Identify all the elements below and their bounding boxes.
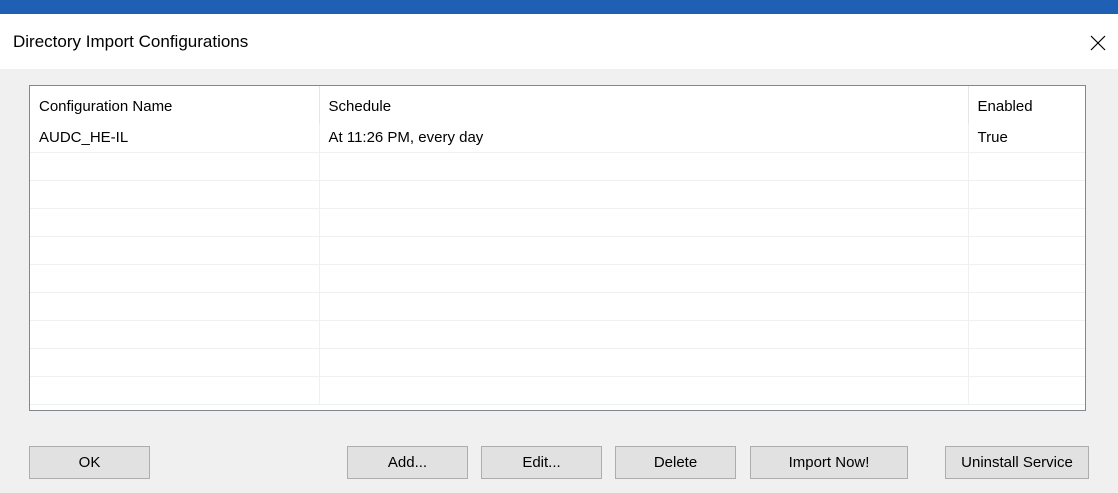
empty-row — [30, 292, 1085, 321]
empty-row — [30, 236, 1085, 265]
empty-row — [30, 208, 1085, 237]
empty-cell — [968, 236, 1085, 265]
empty-cell — [968, 180, 1085, 209]
empty-cell — [30, 320, 320, 349]
empty-row — [30, 320, 1085, 349]
empty-cell — [319, 152, 969, 181]
uninstall-service-button[interactable]: Uninstall Service — [945, 446, 1089, 479]
empty-cell — [319, 348, 969, 377]
dialog-window: Directory Import Configurations Configur… — [0, 14, 1118, 493]
empty-cell — [319, 180, 969, 209]
empty-row — [30, 180, 1085, 209]
empty-cell — [319, 264, 969, 293]
empty-cell — [30, 264, 320, 293]
empty-cell — [968, 264, 1085, 293]
cell-configuration-name: AUDC_HE-IL — [30, 124, 320, 153]
column-header-schedule[interactable]: Schedule — [319, 86, 969, 124]
empty-row — [30, 376, 1085, 405]
configurations-table: Configuration Name Schedule Enabled AUDC… — [30, 86, 1085, 405]
table-row[interactable]: AUDC_HE-IL At 11:26 PM, every day True — [30, 124, 1085, 153]
empty-cell — [968, 348, 1085, 377]
cell-enabled: True — [968, 124, 1085, 153]
empty-row — [30, 348, 1085, 377]
empty-cell — [319, 376, 969, 405]
empty-cell — [968, 376, 1085, 405]
empty-cell — [319, 292, 969, 321]
title-bar[interactable]: Directory Import Configurations — [0, 14, 1118, 69]
empty-cell — [30, 180, 320, 209]
empty-cell — [968, 292, 1085, 321]
empty-row — [30, 152, 1085, 181]
empty-cell — [319, 236, 969, 265]
empty-cell — [30, 348, 320, 377]
empty-row — [30, 264, 1085, 293]
empty-cell — [968, 152, 1085, 181]
close-icon — [1090, 35, 1106, 51]
empty-cell — [30, 236, 320, 265]
import-now-button[interactable]: Import Now! — [750, 446, 908, 479]
close-button[interactable] — [1078, 20, 1118, 66]
window-accent-bar — [0, 0, 1118, 15]
empty-cell — [319, 208, 969, 237]
column-header-enabled[interactable]: Enabled — [968, 86, 1085, 124]
empty-cell — [30, 152, 320, 181]
empty-cell — [319, 320, 969, 349]
configurations-list[interactable]: Configuration Name Schedule Enabled AUDC… — [29, 85, 1086, 411]
cell-schedule: At 11:26 PM, every day — [319, 124, 969, 153]
empty-cell — [968, 320, 1085, 349]
empty-cell — [968, 208, 1085, 237]
delete-button[interactable]: Delete — [615, 446, 736, 479]
ok-button[interactable]: OK — [29, 446, 150, 479]
window-title: Directory Import Configurations — [13, 32, 249, 51]
empty-cell — [30, 292, 320, 321]
add-button[interactable]: Add... — [347, 446, 468, 479]
table-header-row: Configuration Name Schedule Enabled — [30, 86, 1085, 124]
edit-button[interactable]: Edit... — [481, 446, 602, 479]
column-header-configuration-name[interactable]: Configuration Name — [30, 86, 320, 124]
empty-cell — [30, 208, 320, 237]
empty-cell — [30, 376, 320, 405]
